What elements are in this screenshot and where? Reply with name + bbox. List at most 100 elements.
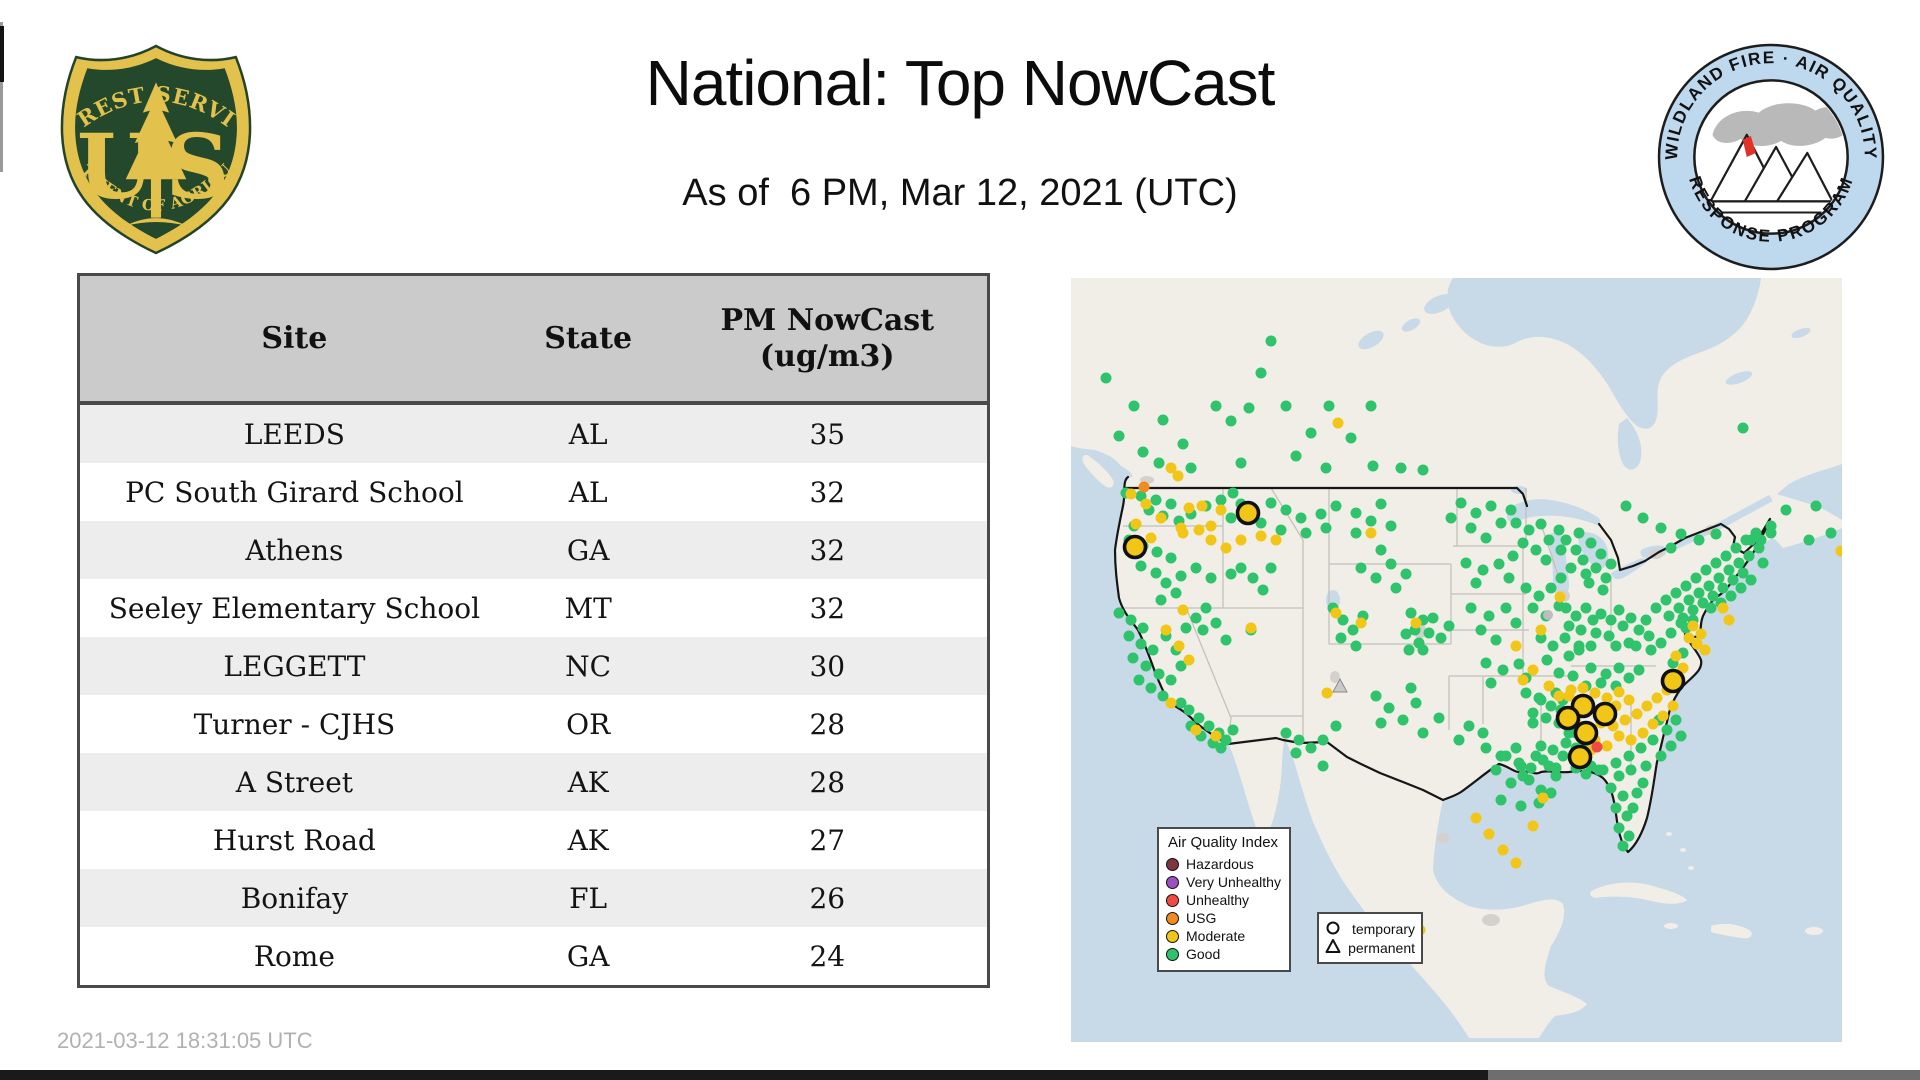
state-cell: AK xyxy=(508,753,668,811)
monitor-dot-good xyxy=(1605,614,1617,626)
monitor-dot-good xyxy=(1330,720,1342,732)
monitor-dot-good xyxy=(1647,734,1659,746)
monitor-dot-moderate xyxy=(1623,694,1635,706)
monitor-dot-moderate xyxy=(1670,650,1682,662)
monitor-dot-good xyxy=(1350,527,1362,539)
site-cell: A Street xyxy=(78,753,509,811)
monitor-dot-moderate xyxy=(1130,518,1142,530)
monitor-dot-good xyxy=(1613,604,1625,616)
monitor-dot-moderate xyxy=(1196,500,1208,512)
monitor-dot-good xyxy=(1580,602,1592,614)
monitor-dot-moderate xyxy=(1631,708,1643,720)
monitor-dot-good xyxy=(1463,720,1475,732)
table-row: Rome GA 24 xyxy=(78,927,989,987)
monitor-dot-good xyxy=(1495,517,1507,529)
monitor-dot-good xyxy=(1190,612,1202,624)
aqi-legend-item: Unhealthy xyxy=(1166,891,1282,909)
monitor-dot-good xyxy=(1595,548,1607,560)
monitor-dot-good xyxy=(1520,687,1532,699)
monitor-dot-good xyxy=(1559,632,1571,644)
monitor-dot-good xyxy=(1525,762,1537,774)
monitor-dot-good xyxy=(1505,504,1517,516)
monitor-dot-moderate xyxy=(1683,632,1695,644)
monitor-dot-good xyxy=(1417,464,1429,476)
monitor-dot-good xyxy=(1573,644,1585,656)
monitor-dot-good xyxy=(1553,667,1565,679)
monitor-dot-good xyxy=(1560,602,1572,614)
monitor-dot-good xyxy=(1710,528,1722,540)
monitor-dot-moderate xyxy=(1565,684,1577,696)
aqi-legend-items: Hazardous Very Unhealthy Unhealthy USG Moder… xyxy=(1166,855,1282,963)
monitor-dot-good xyxy=(1330,500,1342,512)
monitor-dot-good xyxy=(1727,574,1739,586)
monitor-dot-moderate xyxy=(1172,470,1184,482)
site-cell: Turner - CJHS xyxy=(78,695,509,753)
monitor-dot-good xyxy=(1557,750,1569,762)
monitor-dot-good xyxy=(1530,544,1542,556)
monitor-dot-good xyxy=(1375,717,1387,729)
table-row: PC South Girard School AL 32 xyxy=(78,463,989,521)
monitor-dot-moderate xyxy=(1613,686,1625,698)
monitor-dot-good xyxy=(1500,750,1512,762)
monitor-dot-good xyxy=(1417,727,1429,739)
legend-label-permanent: permanent xyxy=(1348,939,1415,956)
state-cell: GA xyxy=(508,521,668,579)
slide: FOREST SERVICE U S DEPARTMENT OF AGRICUL… xyxy=(0,0,1920,1080)
monitor-dot-moderate xyxy=(1699,644,1711,656)
monitor-dot-good xyxy=(1225,568,1237,580)
monitor-dot-good xyxy=(1570,544,1582,556)
aqi-legend-item: Very Unhealthy xyxy=(1166,873,1282,891)
table-row: A Street AK 28 xyxy=(78,753,989,811)
value-cell: 32 xyxy=(667,579,989,637)
monitor-dot-good xyxy=(1517,537,1529,549)
value-cell: 27 xyxy=(667,811,989,869)
aqi-color-swatch xyxy=(1166,875,1179,889)
state-cell: AL xyxy=(508,463,668,521)
monitor-dot-good xyxy=(1515,800,1527,812)
monitor-dot-good xyxy=(1193,712,1205,724)
monitor-dot-good xyxy=(1665,542,1677,554)
monitor-dot-good xyxy=(1757,557,1769,569)
monitor-dot-moderate xyxy=(1657,710,1669,722)
monitor-dot-good xyxy=(1547,744,1559,756)
monitor-dot-good xyxy=(1305,742,1317,754)
aqi-color-swatch xyxy=(1166,893,1179,907)
aqi-legend-item: Good xyxy=(1166,945,1282,963)
monitor-dot-good xyxy=(1200,602,1212,614)
monitor-dot-good xyxy=(1610,757,1622,769)
monitor-dot-good xyxy=(1127,652,1139,664)
monitor-dot-moderate xyxy=(1190,724,1202,736)
monitor-dot-good xyxy=(1113,430,1125,442)
monitor-dot-good xyxy=(1693,587,1705,599)
monitor-dot-good xyxy=(1510,742,1522,754)
monitor-dot-good xyxy=(1513,658,1525,670)
monitor-dot-good xyxy=(1661,724,1673,736)
column-header-state: State xyxy=(508,274,668,405)
site-cell: PC South Girard School xyxy=(78,463,509,521)
monitor-dot-good xyxy=(1177,438,1189,450)
aqi-legend-item: Hazardous xyxy=(1166,855,1282,873)
state-cell: MT xyxy=(508,579,668,637)
monitor-dot-good xyxy=(1693,534,1705,546)
table-header-row: Site State PM NowCast (ug/m3) xyxy=(78,274,989,405)
monitor-dot-good xyxy=(1317,734,1329,746)
monitor-dot-good xyxy=(1220,634,1232,646)
monitor-dot-no-data xyxy=(1543,610,1553,620)
monitor-dot-good xyxy=(1480,532,1492,544)
monitor-dot-moderate xyxy=(1687,620,1699,632)
monitor-dot-good xyxy=(1723,564,1735,576)
monitor-dot-good xyxy=(1290,450,1302,462)
value-cell: 28 xyxy=(667,695,989,753)
monitor-dot-good xyxy=(1655,637,1667,649)
monitor-dot-good xyxy=(1560,737,1572,749)
monitor-dot-good xyxy=(1733,557,1745,569)
monitor-dot-good xyxy=(1133,674,1145,686)
monitor-dot-good xyxy=(1700,564,1712,576)
monitor-dot-good xyxy=(1455,497,1467,509)
monitor-dot-good xyxy=(1293,734,1305,746)
monitor-dot-good xyxy=(1627,802,1639,814)
column-header-pm-nowcast: PM NowCast (ug/m3) xyxy=(667,274,989,405)
monitor-dot-good xyxy=(1265,562,1277,574)
monitor-dot-good xyxy=(1613,770,1625,782)
monitor-dot-good xyxy=(1470,507,1482,519)
